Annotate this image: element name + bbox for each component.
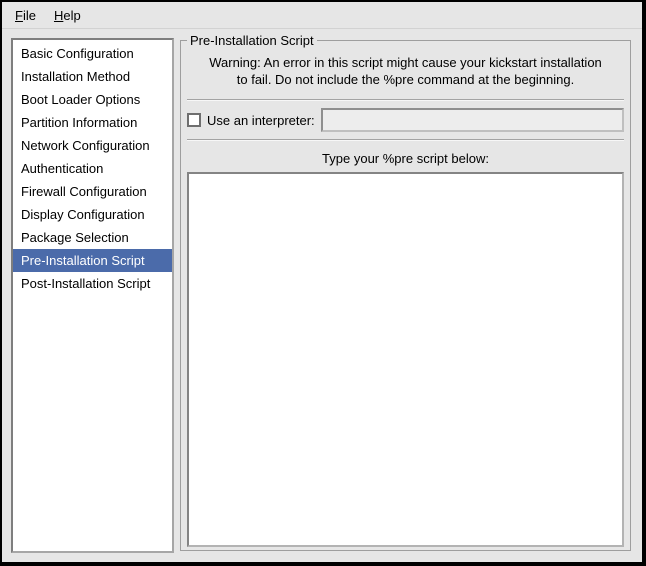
sidebar-item[interactable]: Boot Loader Options (13, 88, 172, 111)
interpreter-input[interactable] (321, 108, 624, 132)
pre-script-textarea[interactable] (187, 172, 624, 547)
sidebar-item[interactable]: Pre-Installation Script (13, 249, 172, 272)
menubar: File Help (2, 2, 642, 29)
separator (187, 99, 624, 101)
sidebar-item[interactable]: Network Configuration (13, 134, 172, 157)
warning-text: Warning: An error in this script might c… (187, 54, 624, 88)
frame-title: Pre-Installation Script (187, 33, 317, 48)
interpreter-row: Use an interpreter: (187, 107, 624, 133)
sidebar-item[interactable]: Partition Information (13, 111, 172, 134)
menu-help[interactable]: Help (45, 4, 90, 27)
sidebar-item[interactable]: Firewall Configuration (13, 180, 172, 203)
sidebar-item[interactable]: Display Configuration (13, 203, 172, 226)
menu-file[interactable]: File (6, 4, 45, 27)
kickstart-configurator-window: File Help Basic Configuration Installati… (0, 0, 646, 566)
sidebar-item[interactable]: Post-Installation Script (13, 272, 172, 295)
sidebar-item[interactable]: Package Selection (13, 226, 172, 249)
section-list: Basic Configuration Installation Method … (11, 38, 174, 553)
sidebar-item[interactable]: Installation Method (13, 65, 172, 88)
warning-line-2: to fail. Do not include the %pre command… (187, 71, 624, 88)
script-label: Type your %pre script below: (187, 150, 624, 167)
sidebar-item[interactable]: Basic Configuration (13, 42, 172, 65)
pre-installation-script-frame: Pre-Installation Script Warning: An erro… (180, 33, 631, 551)
use-interpreter-label[interactable]: Use an interpreter: (207, 113, 315, 128)
sidebar-item[interactable]: Authentication (13, 157, 172, 180)
warning-line-1: Warning: An error in this script might c… (187, 54, 624, 71)
separator (187, 139, 624, 141)
use-interpreter-checkbox[interactable] (187, 113, 201, 127)
